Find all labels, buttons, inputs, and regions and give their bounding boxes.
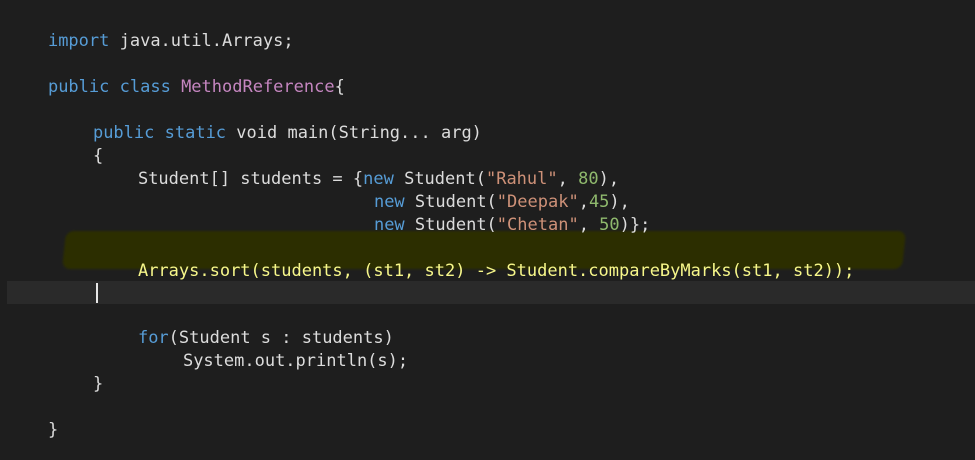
code-token: , [578, 215, 600, 235]
text-cursor [96, 283, 98, 303]
code-line-import[interactable]: import java.util.Arrays; [7, 7, 294, 51]
code-token: Student( [404, 215, 497, 235]
code-line-for-loop[interactable]: for(Student s : students) [97, 304, 394, 348]
brace-token: { [334, 77, 345, 97]
code-line-class-declaration[interactable]: public class MethodReference{ [7, 53, 345, 97]
number-token: 50 [599, 215, 620, 235]
code-token: java.util.Arrays; [109, 31, 294, 51]
brace-token: } [47, 420, 59, 440]
keyword-token: static [164, 123, 227, 143]
code-line-open-brace[interactable]: { [52, 122, 103, 166]
brace-token: } [92, 374, 104, 394]
string-token: "Chetan" [496, 215, 579, 235]
code-token: System.out.println(s); [182, 351, 409, 371]
code-line-student-chetan[interactable]: new Student("Chetan", 50)}; [333, 191, 650, 235]
code-line-arrays-sort[interactable]: Arrays.sort(students, (st1, st2) -> Stud… [97, 237, 854, 281]
class-name-token: MethodReference [181, 77, 335, 97]
keyword-token: new [373, 215, 405, 235]
current-line-highlight [7, 281, 975, 304]
code-token: )}; [619, 215, 651, 235]
code-line-student-deepak[interactable]: new Student("Deepak",45), [333, 168, 630, 212]
keyword-token: import [47, 31, 110, 51]
code-line-main-method[interactable]: public static void main(String... arg) [52, 99, 482, 143]
code-token: Student[] students = { [137, 169, 364, 189]
highlighted-code-token: Arrays.sort(students, (st1, st2) -> Stud… [137, 261, 855, 281]
code-line-students-array[interactable]: Student[] students = {new Student("Rahul… [97, 145, 619, 189]
code-line-close-class-brace[interactable]: } [7, 396, 58, 440]
code-line-println[interactable]: System.out.println(s); [142, 327, 408, 371]
keyword-token: class [119, 77, 171, 97]
code-token: void main(String... arg) [226, 123, 482, 143]
code-line-close-method-brace[interactable]: } [52, 350, 103, 394]
code-editor[interactable]: import java.util.Arrays; public class Me… [0, 0, 975, 460]
keyword-token: public [47, 77, 110, 97]
